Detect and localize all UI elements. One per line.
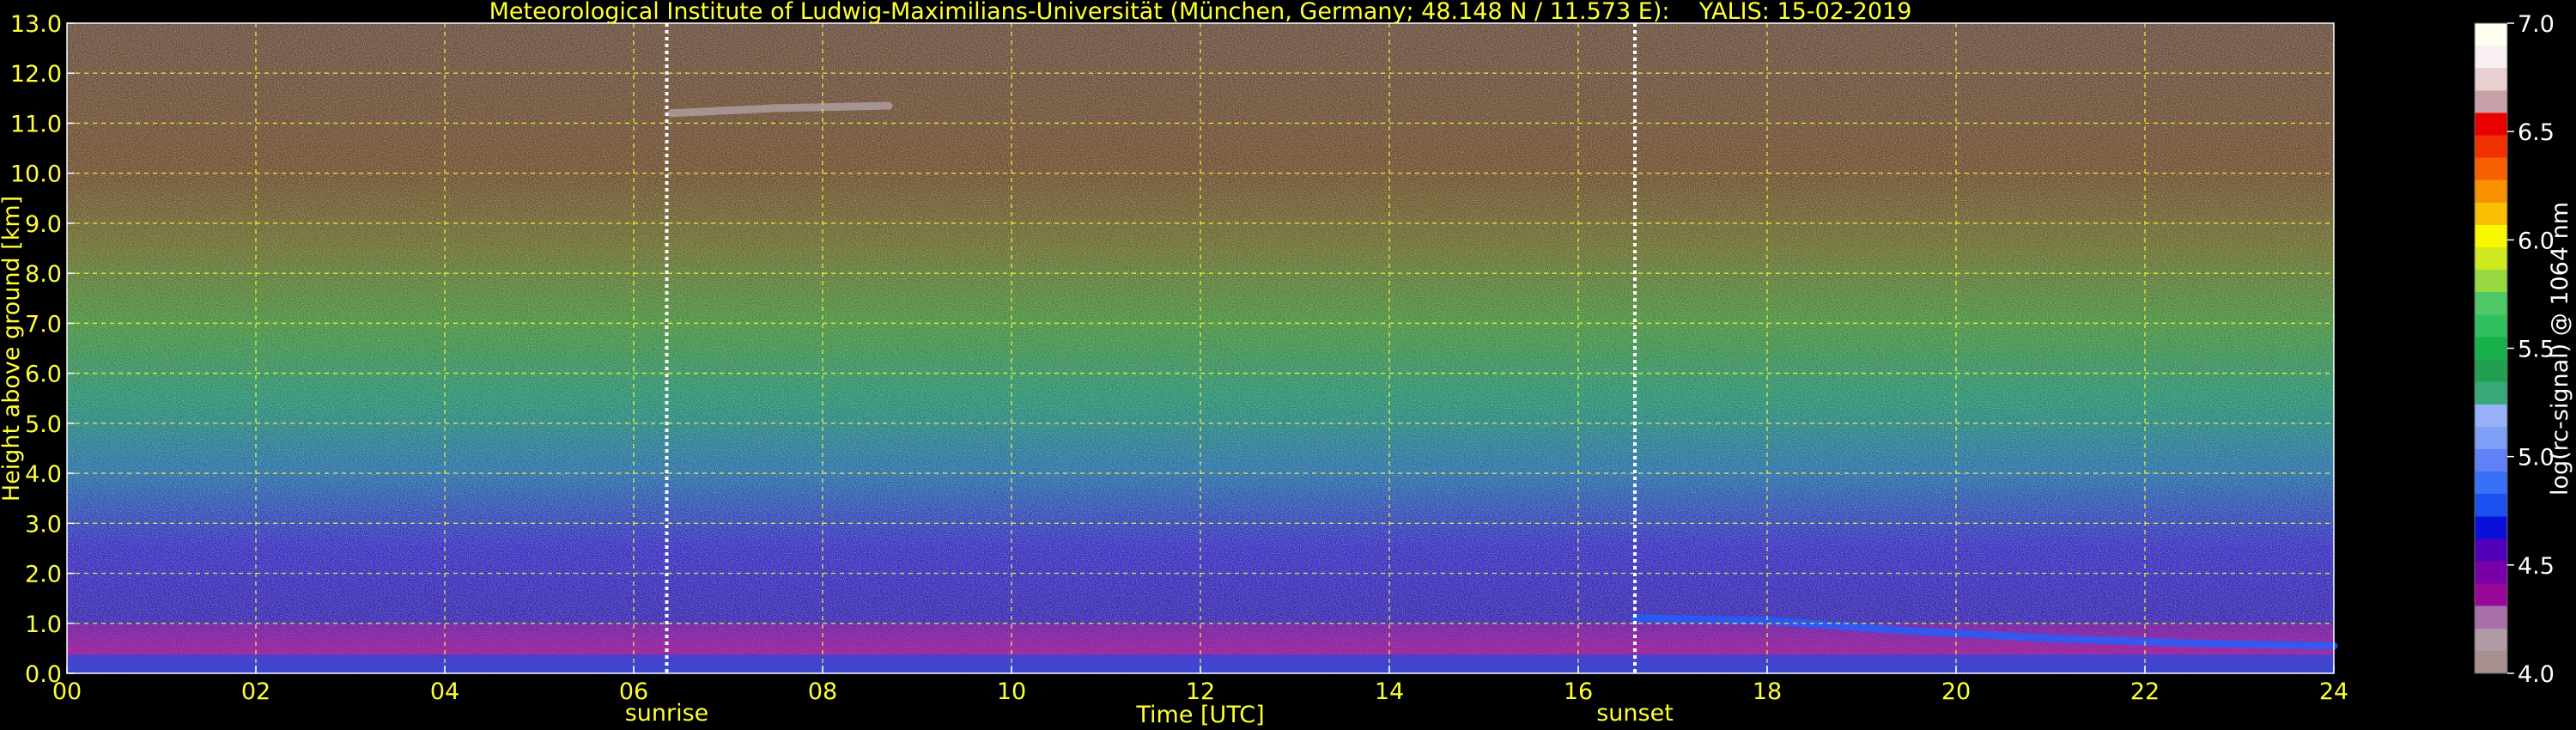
y-tick-label: 10.0 (10, 161, 62, 188)
y-tick-label: 5.0 (25, 411, 62, 438)
y-tick-label: 1.0 (25, 611, 62, 638)
y-tick-label: 4.0 (25, 461, 62, 488)
x-tick-label: 18 (1753, 678, 1782, 705)
y-tick-label: 0.0 (25, 661, 62, 688)
x-tick-label: 14 (1375, 678, 1404, 705)
x-tick-label: 04 (430, 678, 459, 705)
colorbar-tick-label: 7.0 (2518, 11, 2555, 38)
y-tick-label: 6.0 (25, 362, 62, 388)
x-tick-label: 08 (808, 678, 837, 705)
y-tick-label: 3.0 (25, 511, 62, 538)
y-axis-label: Height above ground [km] (0, 196, 25, 502)
x-tick-label: 20 (1941, 678, 1971, 705)
y-tick-label: 9.0 (25, 211, 62, 238)
x-tick-label: 10 (997, 678, 1026, 705)
y-tick-label: 8.0 (25, 261, 62, 288)
colorbar (2474, 22, 2508, 674)
colorbar-tick-label: 6.5 (2518, 119, 2555, 146)
colorbar-tick-label: 4.0 (2518, 661, 2555, 688)
y-tick-label: 7.0 (25, 311, 62, 338)
y-tick-label: 12.0 (10, 61, 62, 88)
x-tick-label: 06 (619, 678, 648, 705)
x-tick-label: 16 (1564, 678, 1593, 705)
y-tick-label: 11.0 (10, 111, 62, 137)
x-tick-label: 02 (241, 678, 270, 705)
chart-title: Meteorological Institute of Ludwig-Maxim… (489, 0, 1912, 25)
y-tick-label: 2.0 (25, 562, 62, 588)
x-tick-label: 24 (2319, 678, 2348, 705)
x-tick-label: 22 (2130, 678, 2160, 705)
lidar-quicklook-chart: sunrise sunset 00 02 04 06 08 10 12 14 16 18 20 22 24… (0, 0, 2573, 728)
colorbar-tick-label: 4.5 (2518, 553, 2555, 580)
y-tick-label: 13.0 (10, 11, 62, 38)
colorbar-label: log(rc-signal) @ 1064 nm (2547, 202, 2573, 496)
x-axis-label: Time [UTC] (1135, 702, 1264, 728)
sunset-label: sunset (1596, 700, 1674, 727)
